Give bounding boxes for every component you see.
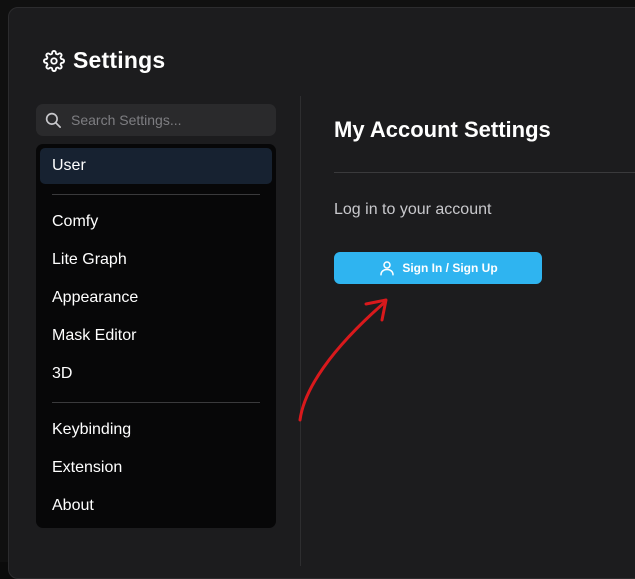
sidebar-item-label: Appearance (52, 289, 139, 306)
sign-in-label: Sign In / Sign Up (402, 261, 498, 275)
sidebar-item-label: Lite Graph (52, 251, 127, 268)
sidebar-item-label: Mask Editor (52, 327, 137, 344)
sidebar-item-label: Extension (52, 459, 123, 476)
sidebar-divider (52, 402, 260, 403)
sidebar-item-comfy[interactable]: Comfy (40, 204, 272, 240)
sidebar-item-3d[interactable]: 3D (40, 356, 272, 392)
sidebar-item-label: User (52, 157, 86, 174)
user-icon (380, 261, 395, 276)
page-title: My Account Settings (334, 117, 551, 142)
search-icon (45, 112, 61, 128)
sidebar-divider (52, 194, 260, 195)
sidebar-item-label: About (52, 497, 94, 514)
sidebar-item-mask-editor[interactable]: Mask Editor (40, 318, 272, 354)
sidebar-item-keybinding[interactable]: Keybinding (40, 412, 272, 448)
sidebar-item-label: Comfy (52, 213, 99, 230)
sign-in-button[interactable]: Sign In / Sign Up (334, 252, 542, 284)
login-prompt: Log in to your account (334, 201, 492, 218)
settings-sidebar: User Comfy Lite Graph Appearance Mask Ed… (36, 144, 276, 528)
sidebar-item-about[interactable]: About (40, 488, 272, 524)
sidebar-item-user[interactable]: User (40, 148, 272, 184)
gear-icon (43, 49, 65, 72)
dialog-title: Settings (73, 47, 166, 73)
content-divider (334, 172, 635, 173)
dialog-header: Settings (43, 47, 165, 74)
panel-separator (300, 96, 301, 566)
search-input[interactable] (69, 111, 268, 129)
sidebar-item-label: Keybinding (52, 421, 132, 438)
sidebar-item-appearance[interactable]: Appearance (40, 280, 272, 316)
search-box[interactable] (36, 104, 276, 136)
sidebar-item-lite-graph[interactable]: Lite Graph (40, 242, 272, 278)
sidebar-item-extension[interactable]: Extension (40, 450, 272, 486)
sidebar-item-label: 3D (52, 365, 73, 382)
